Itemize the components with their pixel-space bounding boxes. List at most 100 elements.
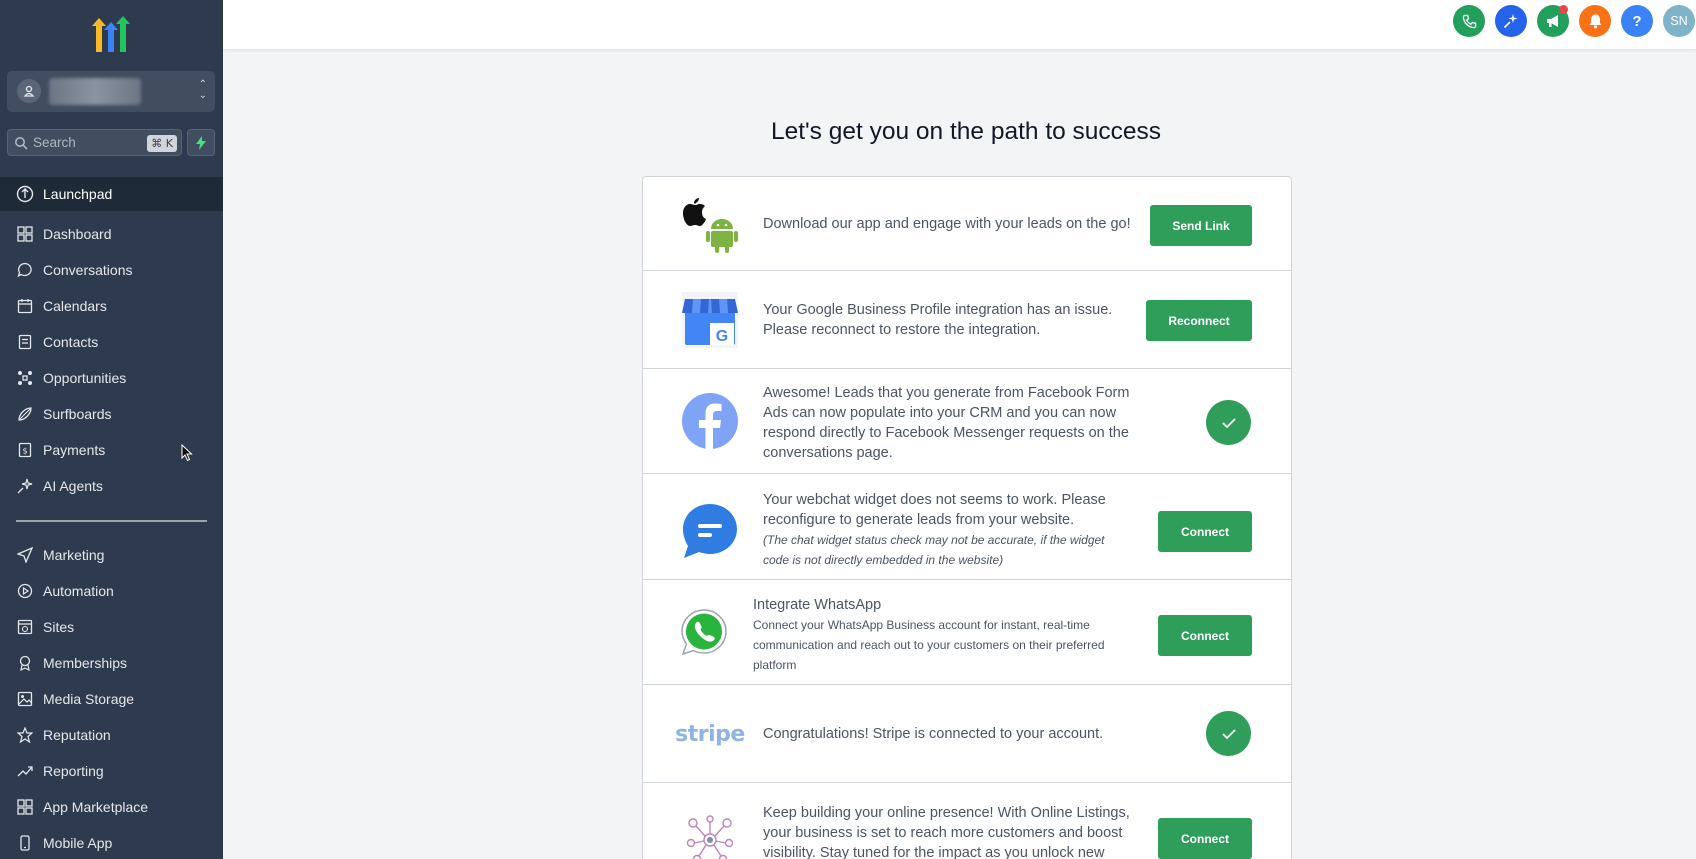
list-item-webchat: Your webchat widget does not seems to wo…: [643, 474, 1291, 580]
search-placeholder: Search: [33, 135, 76, 150]
connect-webchat-button[interactable]: Connect: [1158, 511, 1252, 552]
sidebar-item-label: Reporting: [43, 763, 104, 779]
sidebar-item-label: Conversations: [43, 262, 133, 278]
sidebar-item-ai-agents[interactable]: AI Agents: [0, 469, 223, 503]
help-button[interactable]: ?: [1621, 5, 1653, 37]
notification-dot: [1559, 5, 1568, 14]
trend-icon: [15, 761, 35, 781]
sidebar-item-label: Automation: [43, 583, 114, 599]
send-link-button[interactable]: Send Link: [1150, 205, 1252, 246]
list-item-whatsapp: Integrate WhatsApp Connect your WhatsApp…: [643, 580, 1291, 685]
star-icon: [15, 725, 35, 745]
list-item-google-business: G Your Google Business Profile integrati…: [643, 271, 1291, 369]
bell-icon: [1589, 14, 1601, 29]
avatar-initials: SN: [1670, 14, 1688, 28]
sidebar-item-app-marketplace[interactable]: App Marketplace: [0, 790, 223, 824]
sparkle-icon: [15, 476, 35, 496]
sidebar-item-dashboard[interactable]: Dashboard: [0, 217, 223, 251]
sites-icon: [15, 617, 35, 637]
sidebar-item-label: Launchpad: [43, 186, 113, 202]
sidebar-item-memberships[interactable]: Memberships: [0, 646, 223, 680]
stripe-logo-text: stripe: [675, 721, 745, 747]
mouse-cursor-icon: [181, 444, 193, 462]
svg-text:$: $: [22, 447, 27, 456]
calendar-icon: [15, 296, 35, 316]
sidebar-item-reputation[interactable]: Reputation: [0, 718, 223, 752]
google-business-icon: G: [681, 291, 739, 349]
sidebar-item-label: Sites: [43, 619, 75, 635]
grid-icon: [15, 797, 35, 817]
phone-button[interactable]: [1453, 5, 1485, 37]
sidebar-item-mobile-app[interactable]: Mobile App: [0, 826, 223, 859]
account-switcher[interactable]: ⌃ ⌄: [7, 71, 215, 112]
list-item-facebook: Awesome! Leads that you generate from Fa…: [643, 369, 1291, 474]
sidebar-item-label: Media Storage: [43, 691, 135, 707]
location-icon: [17, 79, 41, 103]
magic-wand-icon: [1503, 14, 1518, 29]
search-icon: [15, 137, 28, 150]
sidebar-item-opportunities[interactable]: Opportunities: [0, 361, 223, 395]
notifications-button[interactable]: [1579, 5, 1611, 37]
sidebar-item-conversations[interactable]: Conversations: [0, 253, 223, 287]
connected-check-icon: [1206, 400, 1251, 445]
sidebar-item-label: Dashboard: [43, 226, 112, 242]
sidebar: ⌃ ⌄ Search ⌘ K Launchpad Dashboard Conver…: [0, 0, 223, 859]
row-text: Awesome! Leads that you generate from Fa…: [763, 385, 1130, 461]
phone-icon: [15, 833, 35, 853]
row-text: Congratulations! Stripe is connected to …: [763, 726, 1104, 742]
connect-online-listings-button[interactable]: Connect: [1158, 818, 1252, 859]
row-text: Your Google Business Profile integration…: [763, 302, 1113, 338]
sidebar-item-calendars[interactable]: Calendars: [0, 289, 223, 323]
connected-check-icon: [1206, 711, 1251, 756]
sidebar-item-contacts[interactable]: Contacts: [0, 325, 223, 359]
connect-whatsapp-button[interactable]: Connect: [1158, 615, 1252, 656]
surfboard-icon: [15, 404, 35, 424]
sidebar-item-surfboards[interactable]: Surfboards: [0, 397, 223, 431]
quick-action-button[interactable]: [187, 129, 215, 156]
help-icon: ?: [1632, 12, 1642, 30]
sidebar-item-reporting[interactable]: Reporting: [0, 754, 223, 788]
row-note: code is not directly embedded in the web…: [763, 553, 1004, 567]
stripe-icon: stripe: [675, 705, 745, 763]
sidebar-item-label: AI Agents: [43, 478, 103, 494]
dashboard-icon: [15, 224, 35, 244]
list-item-online-listings: Keep building your online presence! With…: [643, 783, 1291, 859]
topbar: ? SN: [223, 0, 1696, 50]
launchpad-icon: [15, 184, 35, 204]
sidebar-item-label: Calendars: [43, 298, 107, 314]
list-item-stripe: stripe Congratulations! Stripe is connec…: [643, 685, 1291, 783]
automation-icon: [15, 581, 35, 601]
avatar[interactable]: SN: [1663, 5, 1695, 37]
sidebar-item-label: Payments: [43, 442, 106, 458]
image-icon: [15, 689, 35, 709]
sidebar-item-sites[interactable]: Sites: [0, 610, 223, 644]
app-logo[interactable]: [90, 16, 132, 54]
chevron-updown-icon: ⌃ ⌄: [198, 79, 207, 101]
phone-call-icon: [1462, 14, 1476, 28]
row-text: Download our app and engage with your le…: [763, 216, 1131, 232]
reconnect-button[interactable]: Reconnect: [1146, 300, 1252, 341]
announcements-button[interactable]: [1537, 5, 1569, 37]
chat-icon: [15, 260, 35, 280]
sidebar-item-media-storage[interactable]: Media Storage: [0, 682, 223, 716]
row-text: Integrate WhatsApp Connect your WhatsApp…: [753, 595, 1143, 675]
contacts-icon: [15, 332, 35, 352]
magic-button[interactable]: [1495, 5, 1527, 37]
sidebar-item-label: Contacts: [43, 334, 99, 350]
sidebar-divider: [16, 520, 207, 522]
sidebar-item-marketing[interactable]: Marketing: [0, 538, 223, 572]
sidebar-item-automation[interactable]: Automation: [0, 574, 223, 608]
membership-icon: [15, 653, 35, 673]
sidebar-item-launchpad[interactable]: Launchpad: [0, 177, 223, 211]
sidebar-item-label: Marketing: [43, 547, 105, 563]
sidebar-item-label: Opportunities: [43, 370, 127, 386]
search-input[interactable]: Search ⌘ K: [7, 129, 182, 156]
apple-android-icon: [681, 195, 739, 253]
megaphone-icon: [1547, 15, 1558, 27]
launchpad-checklist: Download our app and engage with your le…: [642, 176, 1292, 859]
opportunities-icon: [15, 368, 35, 388]
row-note: (The chat widget status check may not be…: [763, 533, 1105, 547]
page-title: Let's get you on the path to success: [770, 118, 1162, 145]
svg-text:G: G: [716, 328, 728, 345]
row-text: Your webchat widget does not seems to wo…: [763, 490, 1133, 570]
